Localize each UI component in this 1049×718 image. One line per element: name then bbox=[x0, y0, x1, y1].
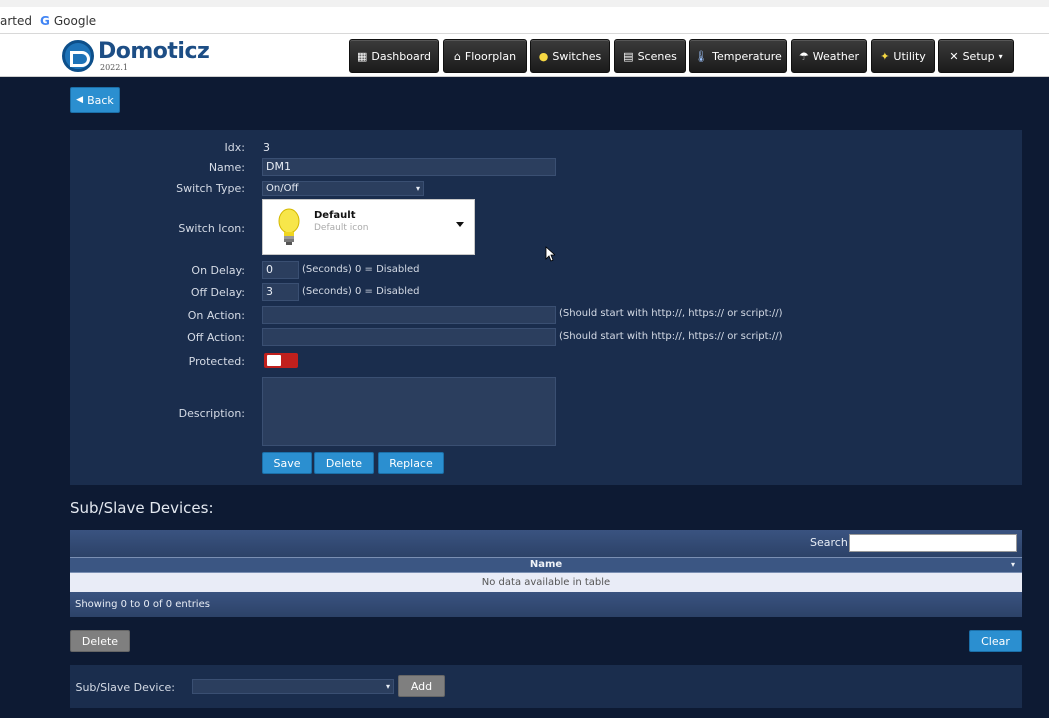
switch-type-select[interactable]: On/Off ▾ bbox=[262, 181, 424, 196]
off-action-label: Off Action: bbox=[187, 331, 245, 344]
icon-title: Default bbox=[314, 210, 356, 221]
nav-utility-button[interactable]: ✦ Utility bbox=[871, 39, 935, 73]
column-header-name[interactable]: Name ▾ bbox=[70, 557, 1022, 573]
subslave-table: Search: Name ▾ No data available in tabl… bbox=[70, 530, 1022, 617]
caret-left-icon: ◀ bbox=[76, 95, 84, 105]
nav-switches-label: Switches bbox=[552, 49, 602, 63]
protected-label: Protected: bbox=[188, 355, 245, 368]
name-input[interactable]: DM1 bbox=[262, 158, 556, 176]
logo-name[interactable]: Domoticz bbox=[98, 39, 210, 64]
description-label: Description: bbox=[178, 407, 245, 420]
mouse-cursor-icon bbox=[545, 246, 555, 262]
thermometer-icon: 🌡 bbox=[694, 49, 709, 63]
replace-button[interactable]: Replace bbox=[378, 452, 444, 474]
clear-button[interactable]: Clear bbox=[969, 630, 1022, 652]
on-delay-hint: (Seconds) 0 = Disabled bbox=[302, 264, 420, 275]
caret-down-icon: ▾ bbox=[998, 51, 1003, 61]
save-button[interactable]: Save bbox=[262, 452, 312, 474]
chevron-down-icon: ▾ bbox=[415, 184, 420, 193]
add-button[interactable]: Add bbox=[398, 675, 445, 697]
switch-type-label: Switch Type: bbox=[176, 182, 245, 195]
table-footer: Showing 0 to 0 of 0 entries bbox=[70, 592, 1022, 617]
nav-floorplan-label: Floorplan bbox=[464, 49, 517, 63]
nav-weather-label: Weather bbox=[812, 49, 860, 63]
off-delay-input[interactable]: 3 bbox=[262, 283, 299, 301]
idx-label: Idx: bbox=[224, 141, 245, 154]
lightbulb-icon bbox=[278, 208, 300, 245]
google-icon: G bbox=[40, 14, 50, 28]
idx-value: 3 bbox=[263, 141, 270, 154]
device-edit-panel: Idx: 3 Name: DM1 Switch Type: On/Off ▾ S… bbox=[70, 130, 1022, 485]
nav-dashboard-label: Dashboard bbox=[371, 49, 432, 63]
nav-utility-label: Utility bbox=[893, 49, 926, 63]
domoticz-logo-icon[interactable] bbox=[62, 40, 94, 72]
weather-icon: ☂ bbox=[798, 49, 809, 63]
off-action-input[interactable] bbox=[262, 328, 556, 346]
table-empty-row: No data available in table bbox=[70, 573, 1022, 592]
floorplan-icon: ⌂ bbox=[453, 49, 461, 63]
nav-temperature-button[interactable]: 🌡 Temperature bbox=[689, 39, 787, 73]
on-action-input[interactable] bbox=[262, 306, 556, 324]
off-action-hint: (Should start with http://, https:// or … bbox=[559, 331, 783, 342]
switch-icon-picker[interactable]: Default Default icon bbox=[262, 199, 475, 255]
on-action-label: On Action: bbox=[187, 309, 245, 322]
nav-setup-button[interactable]: ✕ Setup ▾ bbox=[938, 39, 1014, 73]
on-delay-input[interactable]: 0 bbox=[262, 261, 299, 279]
scenes-icon: ▤ bbox=[623, 49, 634, 63]
sort-icon: ▾ bbox=[1010, 560, 1015, 569]
utility-icon: ✦ bbox=[880, 49, 890, 63]
search-input[interactable] bbox=[849, 534, 1017, 552]
back-label: Back bbox=[87, 93, 114, 107]
caret-down-icon bbox=[456, 222, 464, 227]
delete-button[interactable]: Delete bbox=[314, 452, 374, 474]
switch-type-value: On/Off bbox=[266, 183, 299, 194]
on-delay-label: On Delay: bbox=[191, 264, 245, 277]
nav-dashboard-button[interactable]: ▦ Dashboard bbox=[349, 39, 439, 73]
off-delay-label: Off Delay: bbox=[190, 286, 245, 299]
nav-weather-button[interactable]: ☂ Weather bbox=[791, 39, 867, 73]
chevron-down-icon: ▾ bbox=[385, 682, 390, 691]
nav-switches-button[interactable]: ● Switches bbox=[530, 39, 610, 73]
switch-icon-label: Switch Icon: bbox=[178, 222, 245, 235]
protected-toggle[interactable] bbox=[264, 353, 298, 368]
off-delay-hint: (Seconds) 0 = Disabled bbox=[302, 286, 420, 297]
tools-icon: ✕ bbox=[949, 49, 959, 63]
nav-setup-label: Setup bbox=[962, 49, 995, 63]
nav-scenes-button[interactable]: ▤ Scenes bbox=[614, 39, 686, 73]
bookmark-google[interactable]: G Google bbox=[40, 14, 96, 28]
logo-version: 2022.1 bbox=[100, 63, 128, 72]
description-textarea[interactable] bbox=[262, 377, 556, 446]
table-toolbar: Search: bbox=[70, 530, 1022, 557]
nav-floorplan-button[interactable]: ⌂ Floorplan bbox=[443, 39, 527, 73]
column-header-name-label: Name bbox=[529, 559, 563, 570]
table-info: Showing 0 to 0 of 0 entries bbox=[75, 599, 210, 610]
on-action-hint: (Should start with http://, https:// or … bbox=[559, 308, 783, 319]
browser-bookmarks-bar: arted G Google bbox=[0, 0, 1049, 34]
bookmark-google-label: Google bbox=[53, 14, 97, 28]
search-label: Search: bbox=[810, 536, 852, 549]
nav-scenes-label: Scenes bbox=[637, 49, 677, 63]
subslave-delete-button[interactable]: Delete bbox=[70, 630, 130, 652]
lightbulb-icon: ● bbox=[538, 49, 549, 63]
name-label: Name: bbox=[208, 161, 245, 174]
dashboard-icon: ▦ bbox=[356, 49, 368, 63]
nav-temperature-label: Temperature bbox=[712, 49, 782, 63]
bookmark-getting-started[interactable]: arted bbox=[0, 14, 32, 28]
back-button[interactable]: ◀ Back bbox=[70, 87, 120, 113]
add-subslave-panel: Sub/Slave Device: ▾ Add bbox=[70, 665, 1022, 708]
subslave-device-select[interactable]: ▾ bbox=[192, 679, 394, 694]
subslave-device-label: Sub/Slave Device: bbox=[75, 681, 175, 694]
app-header: Domoticz 2022.1 ▦ Dashboard ⌂ Floorplan … bbox=[0, 34, 1049, 77]
icon-subtitle: Default icon bbox=[314, 223, 369, 233]
subslave-title: Sub/Slave Devices: bbox=[70, 499, 214, 517]
